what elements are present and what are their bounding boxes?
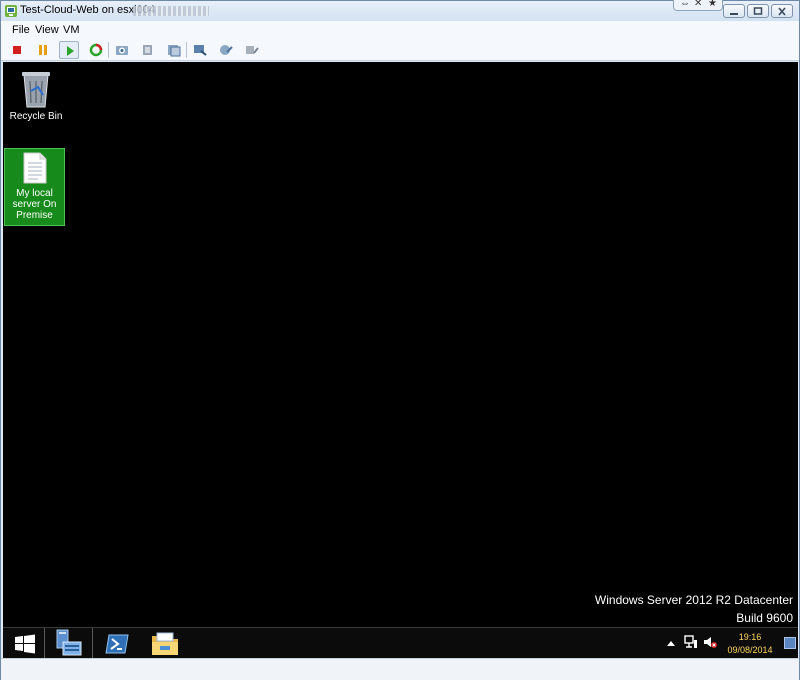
server-manager-icon [56,629,82,656]
desktop-icon-my-local-server[interactable]: My local server On Premise [4,148,65,226]
menu-vm[interactable]: VM [63,24,80,36]
pin-icon[interactable]: ★ [708,0,717,9]
stop-icon [13,46,21,54]
restore-size-icon[interactable]: ⇔ [680,0,690,9]
maximize-icon [753,7,763,15]
disconnect-device-icon [246,46,259,54]
clock-date: 09/08/2014 [727,645,773,655]
taskbar-file-explorer[interactable] [143,629,187,658]
play-icon [67,46,74,56]
taskbar-server-manager[interactable] [47,629,91,658]
taskbar-separator [44,628,45,658]
suspend-button[interactable] [33,41,53,59]
reset-icon [89,43,103,57]
my-local-server-label: My local server On Premise [12,188,57,221]
taskbar-clock[interactable]: 19:16 09/08/2014 [719,631,781,657]
menu-view[interactable]: View [35,24,59,36]
recycle-bin-icon [22,72,50,108]
recycle-bin-label: Recycle Bin [9,111,63,122]
taskbar: 19:16 09/08/2014 [3,627,798,658]
title-bar[interactable]: Test-Cloud-Web on esxi004 ⇔ ✕ ★ [1,0,799,21]
network-icon[interactable] [684,635,698,649]
minimize-button[interactable] [723,4,745,18]
show-desktop-button[interactable] [784,637,796,649]
reset-button[interactable] [86,41,106,59]
show-hidden-icons[interactable] [667,640,675,646]
close-small-icon[interactable]: ✕ [694,0,702,9]
text-document-icon [23,152,46,184]
desktop-icon-recycle-bin[interactable]: Recycle Bin [6,67,66,123]
pause-icon [39,45,47,55]
disconnect-device-button[interactable] [242,41,262,59]
revert-snapshot-button[interactable] [138,41,158,59]
snapshot-manager-button[interactable] [164,41,184,59]
toolbar [1,39,799,61]
toolbar-separator [108,42,109,58]
toolbar-separator [186,42,187,58]
close-icon [778,7,786,16]
volume-muted-icon[interactable] [703,635,717,649]
powershell-icon [105,634,129,654]
connect-device-icon [220,45,233,55]
clock-time: 19:16 [738,632,762,642]
close-button[interactable] [771,4,793,18]
start-button[interactable] [7,629,43,658]
take-snapshot-button[interactable] [112,41,132,59]
start-icon [15,634,35,654]
status-bar [1,658,799,680]
file-explorer-icon [152,632,178,655]
taskbar-powershell[interactable] [95,629,139,658]
revert-snapshot-icon [143,45,152,55]
menu-bar: File View VM [1,21,799,39]
minimize-icon [730,13,738,15]
vm-console-window: Test-Cloud-Web on esxi004 ⇔ ✕ ★ File Vie… [0,0,800,680]
manage-snapshots-icon [168,45,181,57]
redacted-host [133,6,209,16]
connect-device-button[interactable] [216,41,236,59]
power-on-button[interactable] [59,41,79,59]
os-build-text: Build 9600 [736,611,793,625]
vm-desktop[interactable]: Recycle Bin My local server On Premise W… [3,62,798,658]
maximize-button[interactable] [747,4,769,18]
fullscreen-button[interactable] [190,41,210,59]
snapshot-icon [116,46,128,55]
console-fullscreen-icon [194,45,207,56]
vsphere-vm-icon [5,5,17,17]
menu-file[interactable]: File [12,24,30,36]
title-extra-buttons[interactable]: ⇔ ✕ ★ [673,0,723,11]
power-off-button[interactable] [7,41,27,59]
os-edition-text: Windows Server 2012 R2 Datacenter [594,593,793,607]
taskbar-separator [92,628,93,658]
